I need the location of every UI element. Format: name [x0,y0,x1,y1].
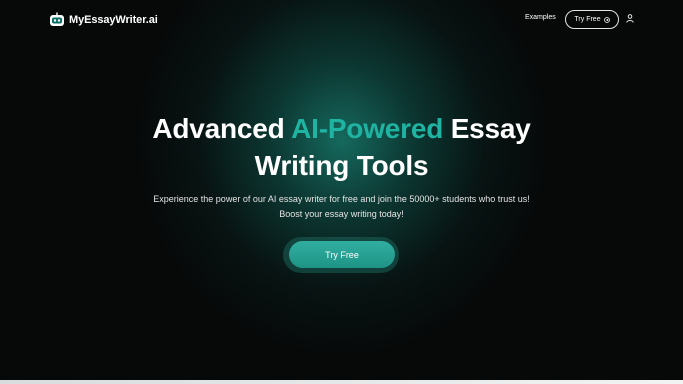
hero-subtitle-line2: Boost your essay writing today! [279,209,404,219]
arrow-right-circle-icon [603,16,610,23]
landing-page: MyEssayWriter.ai Examples Try Free Advan… [0,0,683,384]
hero-subtitle-line1: Experience the power of our AI essay wri… [153,194,530,204]
hero-subtitle: Experience the power of our AI essay wri… [0,192,683,222]
logo-text: MyEssayWriter.ai [69,14,158,26]
hero-title-line2: Writing Tools [254,150,429,181]
logo[interactable]: MyEssayWriter.ai [49,11,158,29]
navbar: MyEssayWriter.ai Examples Try Free [0,0,683,40]
nav-link-examples[interactable]: Examples [525,14,556,21]
try-free-cta-button[interactable]: Try Free [289,241,395,268]
hero-title: Advanced AI-Powered Essay Writing Tools [0,110,683,184]
try-free-nav-button[interactable]: Try Free [565,10,619,29]
hero-title-part2: Essay [443,113,531,144]
user-icon[interactable] [626,14,634,23]
robot-logo-icon [50,12,64,26]
bottom-divider [0,380,683,384]
hero-title-accent: AI-Powered [291,113,444,144]
hero-title-part1: Advanced [152,113,292,144]
try-free-nav-label: Try Free [574,16,601,23]
cta-label: Try Free [325,249,359,260]
